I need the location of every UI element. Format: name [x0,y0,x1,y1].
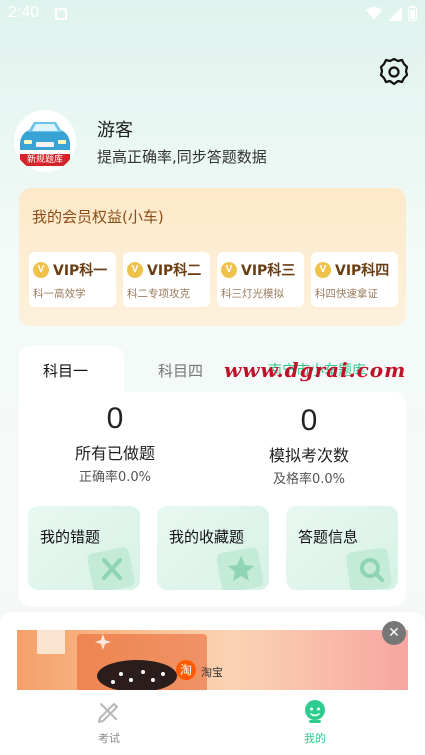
vip-item-sub: 科二专项攻克 [127,288,190,300]
vip-item-sub: 科一高效学 [33,288,86,300]
mock-count: 0 [300,404,318,437]
favorites-button[interactable]: 我的收藏题 [157,506,269,590]
battery-icon [408,6,417,21]
mock-label: 模拟考次数 [268,446,349,465]
stat-done[interactable]: 0 所有已做题 正确率0.0% [35,402,195,485]
vip-benefits-card: 我的会员权益(小车) V VIP科一 科一高效学 V VIP科二 科二专项攻克 VV… [19,188,406,326]
vip-item-label: VIP科一 [53,263,108,279]
tab-label: 科目一 [43,362,89,380]
avatar-badge-text: 新规题库 [26,155,63,165]
ad-brand: 淘宝 [201,666,223,679]
nav-label: 我的 [304,732,326,745]
pass-rate: 及格率0.0% [272,472,346,487]
nav-exam[interactable]: 考试 [79,698,139,746]
status-bar: 2:40 [0,0,425,30]
accuracy-rate: 正确率0.0% [78,470,152,485]
vip-item-3[interactable]: V VIP科三 科三灯光模拟 [217,252,304,307]
profile-subtitle: 提高正确率,同步答题数据 [97,148,267,166]
bottom-nav: 考试 我的 [0,690,425,755]
close-ad-button[interactable]: ✕ [382,621,406,645]
vip-badge-icon: V [221,262,237,278]
signal-icon [388,6,402,21]
vip-item-label: VIP科四 [335,263,390,279]
taobao-logo-icon: 淘 [176,660,196,680]
wifi-icon [366,6,382,20]
tab-subject-four[interactable]: 科目四 [158,360,203,381]
stats-card: 0 所有已做题 正确率0.0% 0 模拟考次数 及格率0.0% 我的错题 我的收… [19,346,406,606]
vip-item-4[interactable]: V VIP科四 科四快速拿证 [311,252,398,307]
settings-gear-icon[interactable] [378,56,410,88]
profile-header[interactable]: 新规题库 游客 提高正确率,同步答题数据 [14,110,414,180]
done-label: 所有已做题 [74,444,155,463]
star-icon [216,547,264,590]
wrong-questions-icon [87,547,135,590]
vip-item-sub: 科四快速拿证 [315,288,378,300]
vip-item-1[interactable]: V VIP科一 科一高效学 [29,252,116,307]
stats-body: 0 所有已做题 正确率0.0% 0 模拟考次数 及格率0.0% 我的错题 我的收… [19,392,406,606]
ad-banner[interactable] [17,630,408,690]
vip-badge-icon: V [33,262,49,278]
vip-item-2[interactable]: V VIP科二 科二专项攻克 [123,252,210,307]
notification-icon [55,8,67,20]
tab-subject-one[interactable]: 科目一 [19,346,124,392]
avatar[interactable]: 新规题库 [14,110,76,172]
pencil-ruler-icon [98,703,118,723]
search-icon [346,548,392,590]
watermark: www.dgrai.com [224,358,407,382]
username: 游客 [97,120,133,141]
wrong-questions-button[interactable]: 我的错题 [28,506,140,590]
vip-badge-icon: V [127,262,143,278]
nav-label: 考试 [98,732,120,745]
vip-item-label: VIP科三 [241,263,296,279]
vip-item-label: VIP科二 [147,263,202,279]
stat-mock[interactable]: 0 模拟考次数 及格率0.0% [229,404,389,487]
nav-mine[interactable]: 我的 [285,698,345,746]
status-time: 2:40 [8,4,40,21]
status-icons [366,6,417,21]
ad-banner-art [37,630,207,690]
vip-badge-icon: V [315,262,331,278]
vip-items: V VIP科一 科一高效学 V VIP科二 科二专项攻克 V VIP科三 科三灯光模拟… [29,252,398,307]
answer-info-button[interactable]: 答题信息 [286,506,398,590]
done-count: 0 [106,402,124,435]
user-face-icon [305,700,325,723]
vip-title: 我的会员权益(小车) [32,208,164,226]
vip-item-sub: 科三灯光模拟 [221,288,284,300]
